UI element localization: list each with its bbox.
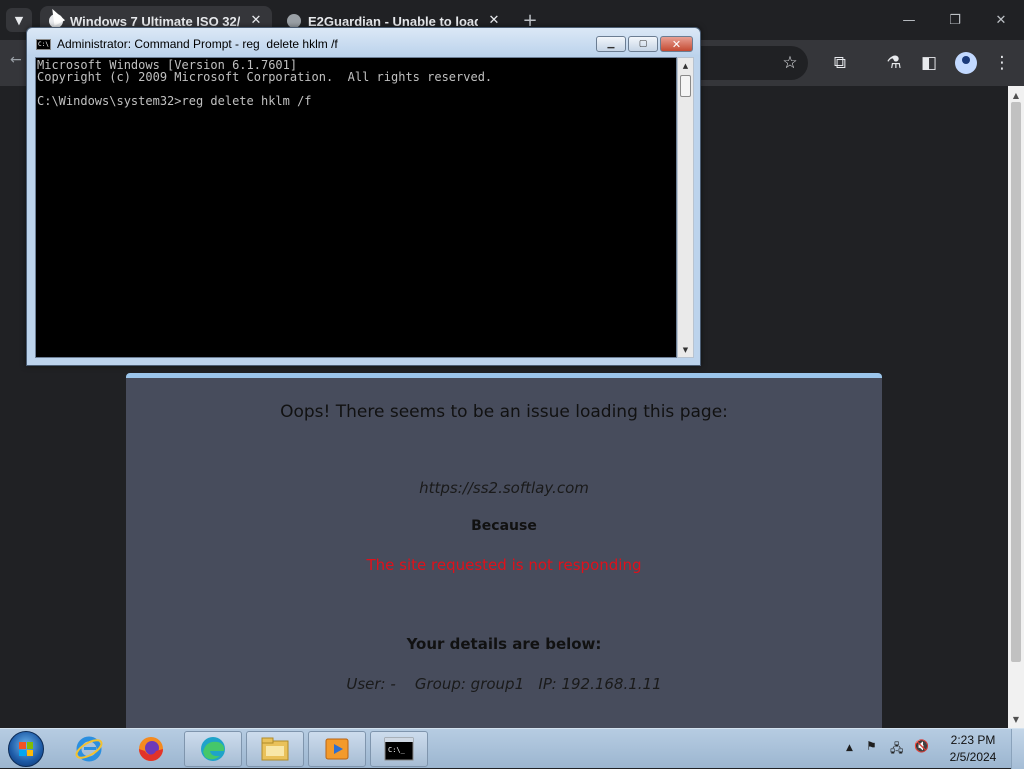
error-heading: Oops! There seems to be an issue loading… bbox=[280, 402, 728, 422]
windows-logo-icon bbox=[19, 742, 33, 756]
firefox-icon bbox=[139, 737, 163, 761]
cmd-scrollbar[interactable]: ▲ ▼ bbox=[677, 57, 694, 358]
cmd-scrollbar-thumb[interactable] bbox=[680, 75, 691, 97]
taskbar-firefox[interactable] bbox=[122, 731, 180, 767]
bookmark-star-icon[interactable]: ☆ bbox=[778, 51, 802, 75]
side-panel-icon[interactable]: ◧ bbox=[917, 51, 941, 75]
cmd-output: Microsoft Windows [Version 6.1.7601] Cop… bbox=[37, 58, 493, 108]
command-prompt-icon: C:\_ bbox=[384, 737, 414, 761]
scroll-down-arrow-icon[interactable]: ▼ bbox=[1008, 712, 1024, 726]
cmd-console[interactable]: Microsoft Windows [Version 6.1.7601] Cop… bbox=[35, 57, 677, 358]
user-details: User: - Group: group1 IP: 192.168.1.11 bbox=[346, 675, 662, 693]
clock-date: 2/5/2024 bbox=[949, 750, 997, 764]
volume-muted-icon[interactable]: 🔇 bbox=[914, 739, 929, 753]
error-card: Oops! There seems to be an issue loading… bbox=[126, 373, 882, 728]
because-label: Because bbox=[471, 518, 537, 534]
page-scrollbar[interactable]: ▲ ▼ bbox=[1008, 86, 1024, 728]
windows-taskbar: C:\_ ▲ ⚑ 🖧 🔇 2:23 PM 2/5/2024 bbox=[0, 728, 1024, 769]
start-button[interactable] bbox=[8, 731, 44, 767]
cmd-minimize-button[interactable]: ▁ bbox=[596, 36, 626, 52]
cmd-maximize-button[interactable]: ▢ bbox=[628, 36, 658, 52]
folder-icon bbox=[261, 737, 289, 761]
cmd-window-icon: C:\ bbox=[36, 39, 51, 50]
taskbar-media-player[interactable] bbox=[308, 731, 366, 767]
taskbar-edge[interactable] bbox=[184, 731, 242, 767]
scrollbar-thumb[interactable] bbox=[1011, 102, 1021, 662]
svg-text:C:\_: C:\_ bbox=[388, 746, 406, 754]
clock-time: 2:23 PM bbox=[950, 733, 996, 747]
media-player-icon bbox=[325, 738, 349, 760]
scroll-up-arrow-icon[interactable]: ▲ bbox=[1008, 88, 1024, 102]
network-icon[interactable]: 🖧 bbox=[890, 739, 903, 760]
show-hidden-icons-button[interactable]: ▲ bbox=[846, 743, 853, 753]
internet-explorer-icon bbox=[75, 736, 103, 762]
cmd-close-button[interactable]: ✕ bbox=[660, 36, 693, 52]
back-arrow-icon[interactable]: ← bbox=[10, 52, 22, 68]
chrome-menu-icon[interactable]: ⋮ bbox=[990, 51, 1014, 75]
command-prompt-window[interactable]: C:\ Administrator: Command Prompt - reg … bbox=[26, 27, 701, 366]
profile-avatar-icon[interactable] bbox=[955, 52, 977, 74]
show-desktop-button[interactable] bbox=[1011, 729, 1024, 769]
globe-icon bbox=[287, 14, 301, 28]
details-title: Your details are below: bbox=[406, 635, 602, 653]
cmd-scroll-up-icon[interactable]: ▲ bbox=[678, 59, 693, 73]
edge-icon bbox=[201, 737, 225, 761]
window-minimize-button[interactable]: — bbox=[897, 8, 921, 32]
system-clock[interactable]: 2:23 PM 2/5/2024 bbox=[938, 732, 1008, 766]
cmd-scroll-down-icon[interactable]: ▼ bbox=[678, 343, 693, 357]
window-close-button[interactable]: ✕ bbox=[989, 8, 1013, 32]
action-center-flag-icon[interactable]: ⚑ bbox=[866, 739, 877, 753]
tab-close-icon[interactable]: ✕ bbox=[248, 12, 264, 28]
extensions-icon[interactable]: ⧉ bbox=[828, 51, 852, 75]
taskbar-file-explorer[interactable] bbox=[246, 731, 304, 767]
taskbar-internet-explorer[interactable] bbox=[60, 731, 118, 767]
cmd-title-bar[interactable]: C:\ Administrator: Command Prompt - reg … bbox=[27, 28, 700, 56]
cmd-window-title: Administrator: Command Prompt - reg dele… bbox=[57, 37, 338, 51]
labs-flask-icon[interactable]: ⚗ bbox=[882, 51, 906, 75]
error-reason: The site requested is not responding bbox=[366, 556, 642, 574]
tab-close-icon[interactable]: ✕ bbox=[486, 12, 502, 28]
blocked-url: https://ss2.softlay.com bbox=[419, 479, 589, 497]
window-restore-button[interactable]: ❐ bbox=[943, 8, 967, 32]
taskbar-command-prompt[interactable]: C:\_ bbox=[370, 731, 428, 767]
